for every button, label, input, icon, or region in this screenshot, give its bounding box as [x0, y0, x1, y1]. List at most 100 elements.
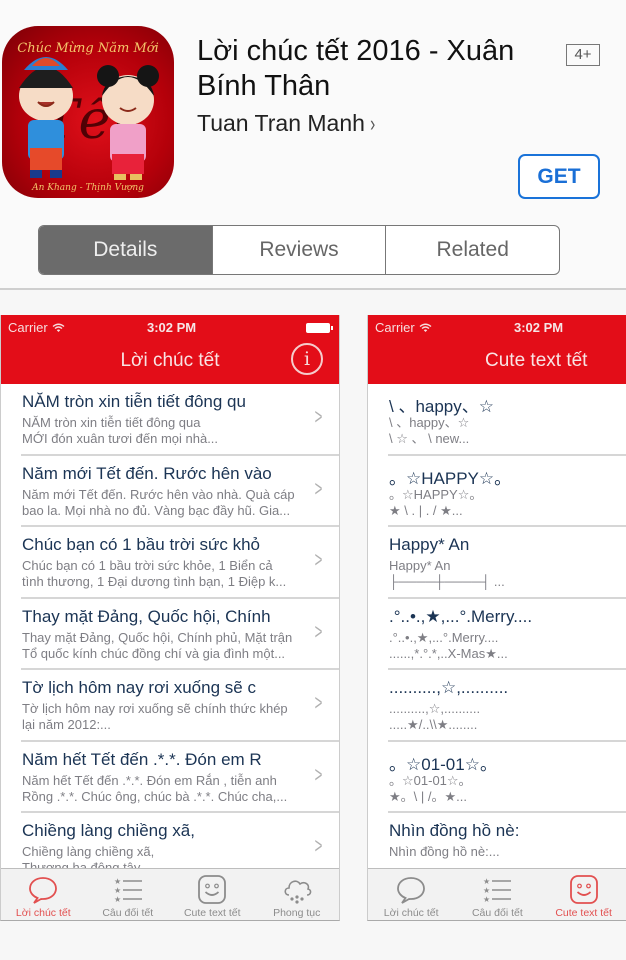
battery-icon — [306, 323, 333, 333]
chevron-right-icon: > — [314, 690, 323, 715]
developer-name: Tuan Tran Manh — [197, 110, 365, 136]
carrier-label: Carrier — [8, 320, 48, 335]
item-preview: Nhìn đồng hồ nè:... — [389, 844, 500, 859]
tab-bar: Lời chúc tết ★ ★ ★ Câu đối tết Cute text… — [1, 868, 340, 920]
tab-label: Câu đối tết — [102, 907, 154, 919]
item-title: Thay mặt Đảng, Quốc hội, Chính — [22, 606, 271, 626]
chevron-right-icon: › — [370, 110, 376, 136]
wifi-icon — [52, 323, 65, 332]
segmented-control: Details Reviews Related — [38, 225, 560, 275]
header-divider — [0, 288, 626, 290]
chevron-right-icon: > — [314, 404, 323, 429]
list-item[interactable]: \ 、happy、☆ \ 、happy、☆ \ ☆ 、 \ new... — [388, 384, 626, 456]
svg-text:★: ★ — [114, 895, 121, 904]
status-time: 3:02 PM — [514, 320, 564, 335]
tab-bar: Lời chúc tết ★ ★ ★ Câu đối tết Cute text… — [368, 868, 626, 920]
svg-text:★: ★ — [483, 895, 490, 904]
info-icon[interactable]: i — [291, 343, 323, 375]
get-button[interactable]: GET — [518, 154, 600, 199]
svg-text:★: ★ — [483, 886, 490, 895]
list-item[interactable]: 。☆HAPPY☆。 。☆HAPPY☆。 ★ \ . | . / ★... — [388, 456, 626, 527]
item-preview: 。☆HAPPY☆。 ★ \ . | . / ★... — [389, 486, 483, 518]
tab-label: Cute text tết — [183, 907, 241, 919]
item-title: 。☆HAPPY☆。 — [389, 468, 512, 488]
item-title: \ 、happy、☆ — [389, 397, 495, 416]
cute-text-list: \ 、happy、☆ \ 、happy、☆ \ ☆ 、 \ new... 。☆HA… — [368, 384, 626, 885]
list-item[interactable]: 。☆01-01☆。 。☆01-01☆。 ★。\ | /。★... — [388, 742, 626, 813]
nav-title: Lời chúc tết — [120, 350, 220, 371]
status-bar: Carrier 3:02 PM — [368, 318, 626, 338]
item-title: Năm mới Tết đến. Rước hên vào — [22, 463, 272, 483]
item-preview: 。☆01-01☆。 ★。\ | /。★... — [389, 772, 472, 804]
item-title: 。☆01-01☆。 — [389, 754, 497, 774]
item-preview: Năm hết Tết đến .*.*. Đón em Rắn , tiễn … — [22, 772, 288, 804]
app-icon: Chúc Mừng Năm Mới Tết An Khang - Thịnh V… — [2, 26, 174, 198]
item-preview: \ 、happy、☆ \ ☆ 、 \ new... — [389, 415, 470, 446]
list-item[interactable]: Chúc bạn có 1 bầu trời sức khỏ Chúc bạn … — [21, 527, 339, 599]
speech-bubble-icon — [397, 877, 426, 904]
tab-loi-chuc-tet[interactable]: Lời chúc tết — [1, 869, 86, 920]
item-preview: Tờ lịch hôm nay rơi xuống sẽ chính thức … — [22, 701, 288, 732]
icon-text-top: Chúc Mừng Năm Mới — [17, 41, 159, 56]
item-title: Chúc bạn có 1 bầu trời sức khỏ — [22, 535, 260, 554]
list-item[interactable]: .°..•.,★,...°.Merry.... .°..•.,★,...°.Me… — [388, 599, 626, 670]
tab-cau-doi-tet[interactable]: ★ ★ ★ Câu đối tết — [454, 869, 540, 920]
item-title: Nhìn đồng hồ nè: — [389, 821, 520, 840]
tab-cute-text-tet[interactable]: Cute text tết — [541, 869, 626, 920]
item-preview: Chúc bạn có 1 bầu trời sức khỏe, 1 Biển … — [22, 558, 287, 589]
app-icon-artwork: Chúc Mừng Năm Mới Tết An Khang - Thịnh V… — [17, 41, 159, 193]
list-item[interactable]: Tờ lịch hôm nay rơi xuống sẽ c Tờ lịch h… — [21, 670, 339, 742]
tab-related[interactable]: Related — [385, 226, 559, 274]
item-title: Tờ lịch hôm nay rơi xuống sẽ c — [22, 678, 256, 697]
item-title: Happy* An — [389, 535, 470, 554]
item-title: NĂM tròn xin tiễn tiết đông qu — [22, 392, 246, 411]
wish-list: NĂM tròn xin tiễn tiết đông qu NĂM tròn … — [1, 384, 339, 885]
nav-bar: Carrier 3:02 PM Cute text tết — [368, 315, 626, 384]
carrier-label: Carrier — [375, 320, 415, 335]
snow-cloud-icon — [284, 880, 312, 904]
nav-title: Cute text tết — [485, 350, 588, 371]
screenshot-loi-chuc-tet[interactable]: Carrier 3:02 PM Lời chúc tết i NĂM tròn … — [0, 315, 340, 921]
item-title: ..........,☆,.......... — [389, 678, 509, 697]
speech-bubble-icon — [29, 877, 58, 904]
app-title: Lời chúc tết 2016 - Xuân Bính Thân — [197, 35, 515, 102]
chevron-right-icon: > — [314, 475, 323, 501]
tab-reviews[interactable]: Reviews — [211, 226, 386, 274]
list-item[interactable]: Năm hết Tết đến .*.*. Đón em R Năm hết T… — [21, 742, 339, 813]
smiley-icon — [569, 875, 598, 904]
svg-text:★: ★ — [483, 877, 490, 886]
developer-link[interactable]: Tuan Tran Manh › — [197, 110, 376, 137]
tab-phong-tuc[interactable]: Phong tục — [255, 869, 340, 920]
item-preview: Năm mới Tết đến. Rước hên vào nhà. Quà c… — [22, 486, 295, 518]
star-list-icon: ★ ★ ★ — [483, 877, 512, 904]
chevron-right-icon: > — [314, 761, 323, 787]
item-title: Năm hết Tết đến .*.*. Đón em R — [22, 749, 262, 769]
tab-cute-text-tet[interactable]: Cute text tết — [170, 869, 255, 920]
list-item[interactable]: Năm mới Tết đến. Rước hên vào Năm mới Tế… — [21, 456, 339, 527]
icon-text-bottom: An Khang - Thịnh Vượng — [31, 183, 144, 193]
item-preview: Thay mặt Đảng, Quốc hội, Chính phủ, Mặt … — [22, 629, 293, 661]
age-rating-badge: 4+ — [566, 44, 600, 66]
tab-cau-doi-tet[interactable]: ★ ★ ★ Câu đối tết — [86, 869, 171, 920]
item-preview: ..........,☆,.......... .....★/..\\★.....… — [389, 701, 481, 732]
list-item[interactable]: NĂM tròn xin tiễn tiết đông qu NĂM tròn … — [21, 384, 339, 456]
list-item[interactable]: Thay mặt Đảng, Quốc hội, Chính Thay mặt … — [21, 599, 339, 670]
chevron-right-icon: > — [314, 547, 323, 572]
chevron-right-icon: > — [314, 833, 323, 858]
svg-text:★: ★ — [114, 877, 121, 886]
item-preview: Happy* An ├────┼────┤ ... — [389, 558, 505, 589]
tab-label: Câu đối tết — [471, 907, 523, 919]
status-bar: Carrier 3:02 PM — [1, 318, 339, 338]
nav-bar: Carrier 3:02 PM Lời chúc tết i — [1, 315, 339, 384]
svg-text:★: ★ — [114, 886, 121, 895]
tab-details[interactable]: Details — [39, 226, 212, 274]
wifi-icon — [419, 323, 432, 332]
list-item[interactable]: ..........,☆,.......... ..........,☆,...… — [388, 670, 626, 742]
tab-loi-chuc-tet[interactable]: Lời chúc tết — [368, 869, 454, 920]
screenshot-cute-text-tet[interactable]: Carrier 3:02 PM Cute text tết \ 、happy、☆… — [367, 315, 626, 921]
list-item[interactable]: Happy* An Happy* An ├────┼────┤ ... — [388, 527, 626, 599]
tab-label: Phong tục — [273, 907, 321, 919]
status-time: 3:02 PM — [147, 320, 197, 335]
app-header: Chúc Mừng Năm Mới Tết An Khang - Thịnh V… — [0, 0, 626, 290]
item-preview: NĂM tròn xin tiễn tiết đông qua MỚI đón x… — [22, 415, 219, 446]
